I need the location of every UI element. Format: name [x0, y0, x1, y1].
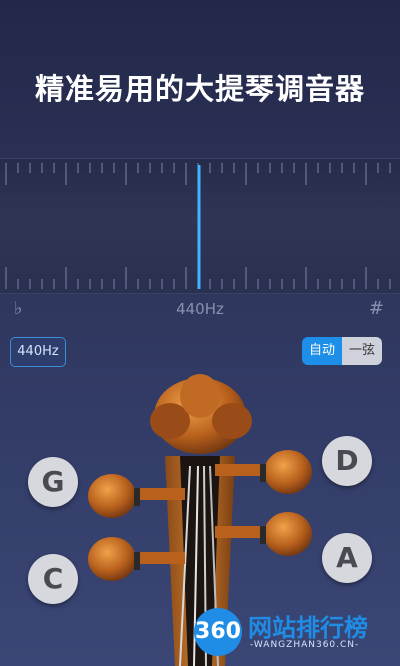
- peg-d: [264, 450, 312, 494]
- headline: 精准易用的大提琴调音器: [34, 72, 365, 106]
- mode-toggle[interactable]: 自动 一弦: [302, 337, 382, 365]
- sharp-symbol: #: [368, 298, 384, 319]
- peg-g: [88, 474, 136, 518]
- reference-hz-button[interactable]: 440Hz: [10, 337, 66, 367]
- app-screen: 精准易用的大提琴调音器 ♭ 440Hz # 440Hz 自动 一弦 G C D …: [0, 0, 400, 666]
- string-d-button[interactable]: D: [322, 436, 372, 486]
- tuning-meter: [0, 158, 400, 294]
- reference-frequency: 440Hz: [176, 300, 224, 318]
- string-a-button[interactable]: A: [322, 533, 372, 583]
- watermark-badge: 360: [194, 608, 242, 656]
- meter-scale: [5, 163, 391, 289]
- note-row: ♭ 440Hz #: [0, 298, 400, 320]
- peg-c: [88, 537, 136, 581]
- watermark-title: 网站排行榜: [248, 614, 368, 642]
- mode-auto-button[interactable]: 自动: [302, 337, 342, 365]
- peg-a: [264, 512, 312, 556]
- string-g-button[interactable]: G: [28, 457, 78, 507]
- watermark: 360 网站排行榜 -WANGZHAN360.CN-: [194, 604, 394, 660]
- watermark-subtitle: -WANGZHAN360.CN-: [250, 640, 360, 650]
- string-c-button[interactable]: C: [28, 554, 78, 604]
- mode-single-string-button[interactable]: 一弦: [342, 337, 382, 365]
